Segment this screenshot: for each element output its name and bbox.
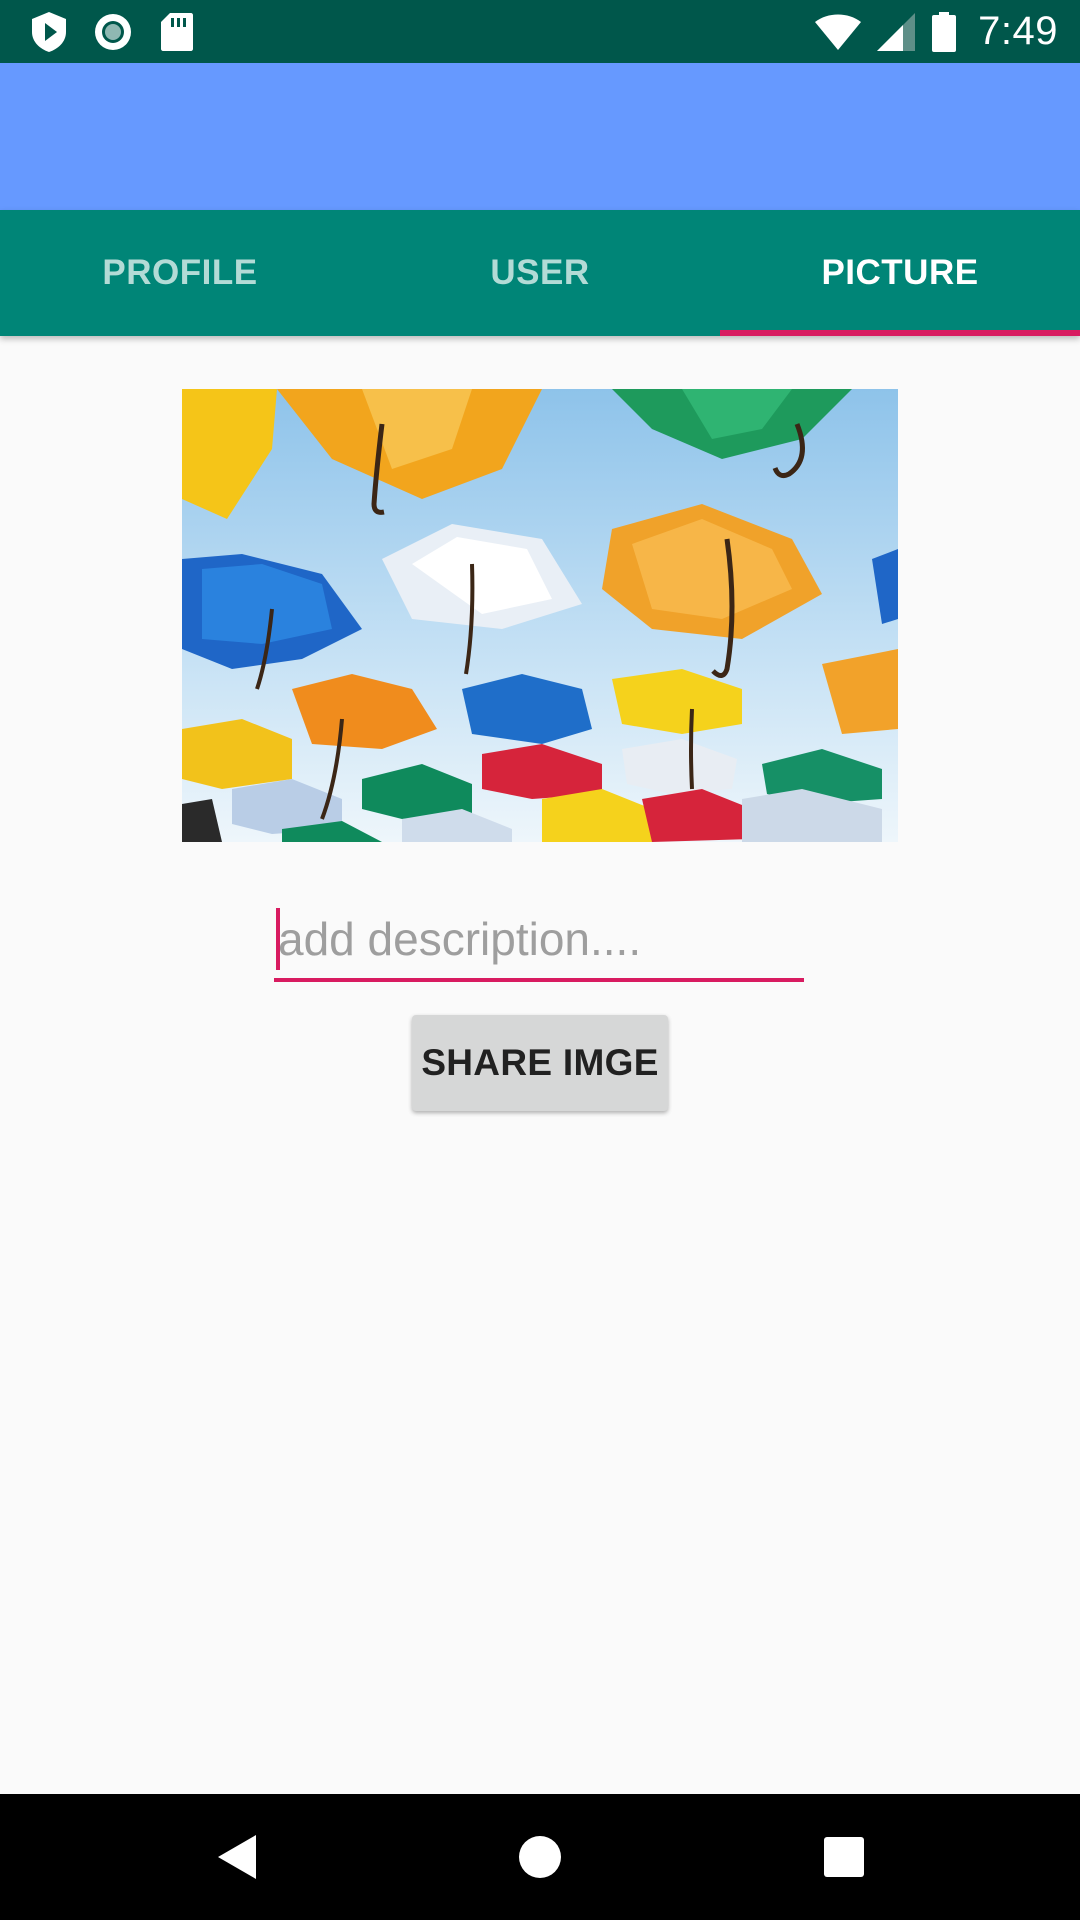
share-image-button[interactable]: SHARE IMGE [412, 1015, 668, 1111]
circle-notification-icon [92, 11, 134, 53]
status-right-icons: 7:49 [814, 8, 1058, 55]
umbrella-picture [182, 389, 898, 842]
status-left-icons [28, 10, 198, 53]
tab-picture[interactable]: PICTURE [720, 210, 1080, 336]
description-input[interactable]: add description.... [274, 900, 804, 982]
tab-user[interactable]: USER [360, 210, 720, 336]
navigation-bar [0, 1794, 1080, 1920]
wifi-icon [814, 11, 862, 53]
home-icon[interactable] [460, 1794, 620, 1920]
status-bar: 7:49 [0, 0, 1080, 63]
back-icon[interactable] [156, 1794, 316, 1920]
battery-icon [930, 11, 958, 53]
play-protect-icon [28, 11, 70, 53]
cell-signal-icon [874, 11, 918, 53]
recents-icon[interactable] [764, 1794, 924, 1920]
tab-profile[interactable]: PROFILE [0, 210, 360, 336]
app-bar [0, 63, 1080, 210]
description-placeholder: add description.... [278, 913, 642, 965]
sd-card-icon [156, 11, 198, 53]
status-time: 7:49 [978, 9, 1058, 53]
tab-bar: PROFILE USER PICTURE [0, 210, 1080, 336]
